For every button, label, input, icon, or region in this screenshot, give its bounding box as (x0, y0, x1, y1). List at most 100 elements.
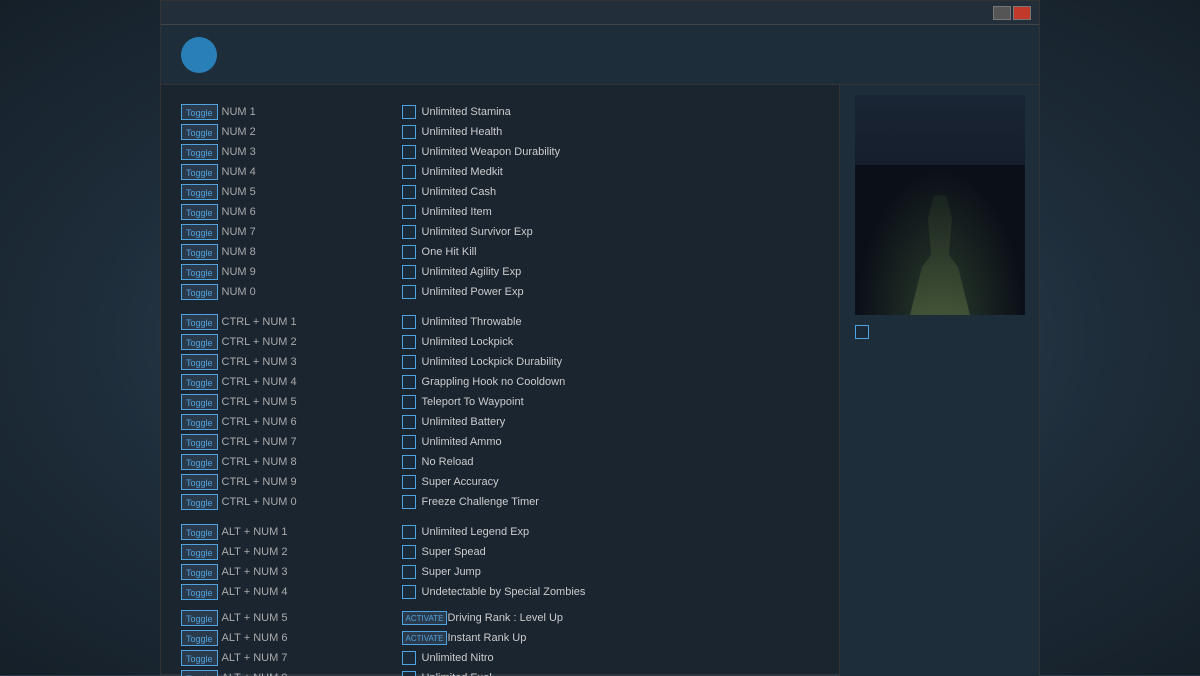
option-checkbox[interactable] (402, 585, 416, 599)
option-checkbox[interactable] (402, 205, 416, 219)
minimize-button[interactable] (993, 6, 1011, 20)
hotkey-label: CTRL + NUM 7 (222, 436, 402, 448)
hotkey-label: CTRL + NUM 8 (222, 456, 402, 468)
option-label: No Reload (422, 456, 474, 468)
toggle-button[interactable]: Toggle (181, 314, 218, 330)
option-checkbox[interactable] (402, 375, 416, 389)
option-checkbox[interactable] (402, 435, 416, 449)
option-label: Unlimited Ammo (422, 436, 502, 448)
option-label: Unlimited Weapon Durability (422, 146, 561, 158)
toggle-button[interactable]: Toggle (181, 334, 218, 350)
option-checkbox[interactable] (402, 335, 416, 349)
option-checkbox[interactable] (402, 245, 416, 259)
option-checkbox[interactable] (402, 525, 416, 539)
toggle-button[interactable]: Toggle (181, 544, 218, 560)
hotkey-label: NUM 5 (222, 186, 402, 198)
activate-trainer-checkbox[interactable] (855, 325, 869, 339)
option-checkbox[interactable] (402, 565, 416, 579)
option-checkbox[interactable] (402, 651, 416, 665)
option-label: Super Jump (422, 566, 481, 578)
option-checkbox[interactable] (402, 285, 416, 299)
option-checkbox[interactable] (402, 315, 416, 329)
toggle-button[interactable]: Toggle (181, 164, 218, 180)
toggle-button[interactable]: Toggle (181, 650, 218, 666)
toggle-button[interactable]: Toggle (181, 494, 218, 510)
option-checkbox[interactable] (402, 165, 416, 179)
option-label: Unlimited Lockpick (422, 336, 514, 348)
option-checkbox[interactable] (402, 105, 416, 119)
option-checkbox[interactable] (402, 455, 416, 469)
table-row: ToggleNUM 9Unlimited Agility Exp (181, 263, 819, 281)
activate-button[interactable]: ACTIVATE (402, 611, 448, 625)
option-checkbox[interactable] (402, 495, 416, 509)
group3: Toggle ALT + NUM 1 Unlimited Legend Exp Tog… (181, 523, 819, 601)
option-checkbox[interactable] (402, 145, 416, 159)
option-label: Instant Rank Up (447, 632, 526, 644)
toggle-button[interactable]: Toggle (181, 414, 218, 430)
activate-button[interactable]: ACTIVATE (402, 631, 448, 645)
toggle-button[interactable]: Toggle (181, 184, 218, 200)
table-row: ToggleALT + NUM 7Unlimited Nitro (181, 649, 819, 667)
figure-silhouette (910, 195, 970, 315)
option-label: Super Spead (422, 546, 486, 558)
toggle-button[interactable]: Toggle (181, 434, 218, 450)
toggle-button[interactable]: Toggle (181, 244, 218, 260)
option-checkbox[interactable] (402, 671, 416, 676)
option-checkbox[interactable] (402, 545, 416, 559)
game-cover (855, 95, 1025, 315)
toggle-button[interactable]: Toggle (181, 584, 218, 600)
toggle-button[interactable]: Toggle (181, 144, 218, 160)
toggle-button[interactable]: Toggle (181, 204, 218, 220)
table-row: ToggleALT + NUM 5ACTIVATEDriving Rank : … (181, 609, 819, 627)
option-checkbox[interactable] (402, 355, 416, 369)
toggle-button[interactable]: Toggle (181, 610, 218, 626)
hotkey-label: ALT + NUM 1 (222, 526, 402, 538)
toggle-button[interactable]: Toggle (181, 104, 218, 120)
toggle-button[interactable]: Toggle (181, 224, 218, 240)
toggle-button[interactable]: Toggle (181, 394, 218, 410)
toggle-button[interactable]: Toggle (181, 374, 218, 390)
toggle-button[interactable]: Toggle (181, 454, 218, 470)
toggle-button[interactable]: Toggle (181, 474, 218, 490)
option-checkbox[interactable] (402, 185, 416, 199)
toggle-button[interactable]: Toggle (181, 124, 218, 140)
hotkey-label: NUM 1 (222, 106, 402, 118)
option-checkbox[interactable] (402, 395, 416, 409)
option-label: Unlimited Nitro (422, 652, 494, 664)
option-checkbox[interactable] (402, 415, 416, 429)
toggle-button[interactable]: Toggle (181, 284, 218, 300)
hotkey-label: CTRL + NUM 9 (222, 476, 402, 488)
option-checkbox[interactable] (402, 225, 416, 239)
table-row: ToggleNUM 0Unlimited Power Exp (181, 283, 819, 301)
option-checkbox[interactable] (402, 475, 416, 489)
option-label: Unlimited Legend Exp (422, 526, 530, 538)
table-row: ToggleCTRL + NUM 5Teleport To Waypoint (181, 393, 819, 411)
table-row: ToggleNUM 2Unlimited Health (181, 123, 819, 141)
hotkey-label: ALT + NUM 4 (222, 586, 402, 598)
table-row: Toggle ALT + NUM 4 Undetectable by Special… (181, 583, 819, 601)
toggle-button[interactable]: Toggle (181, 670, 218, 676)
table-row: ToggleNUM 3Unlimited Weapon Durability (181, 143, 819, 161)
toggle-button[interactable]: Toggle (181, 524, 218, 540)
option-checkbox[interactable] (402, 265, 416, 279)
toggle-button[interactable]: Toggle (181, 564, 218, 580)
table-row: Toggle CTRL + NUM 8 No Reload (181, 453, 819, 471)
table-row: ToggleNUM 1Unlimited Stamina (181, 103, 819, 121)
option-checkbox[interactable] (402, 125, 416, 139)
hotkey-label: NUM 6 (222, 206, 402, 218)
toggle-button[interactable]: Toggle (181, 630, 218, 646)
table-row: ToggleCTRL + NUM 1Unlimited Throwable (181, 313, 819, 331)
group1: ToggleNUM 1Unlimited StaminaToggleNUM 2U… (181, 103, 819, 301)
logo-dr-icon (181, 37, 217, 73)
hotkey-label: NUM 7 (222, 226, 402, 238)
table-row: ToggleALT + NUM 6ACTIVATEInstant Rank Up (181, 629, 819, 647)
option-label: Unlimited Fuel (422, 672, 492, 676)
option-label: Teleport To Waypoint (422, 396, 524, 408)
hotkey-label: CTRL + NUM 2 (222, 336, 402, 348)
toggle-button[interactable]: Toggle (181, 264, 218, 280)
hotkey-label: ALT + NUM 3 (222, 566, 402, 578)
toggle-button[interactable]: Toggle (181, 354, 218, 370)
close-button[interactable] (1013, 6, 1031, 20)
table-row: ToggleALT + NUM 2Super Spead (181, 543, 819, 561)
option-label: Undetectable by Special Zombies (422, 586, 586, 598)
